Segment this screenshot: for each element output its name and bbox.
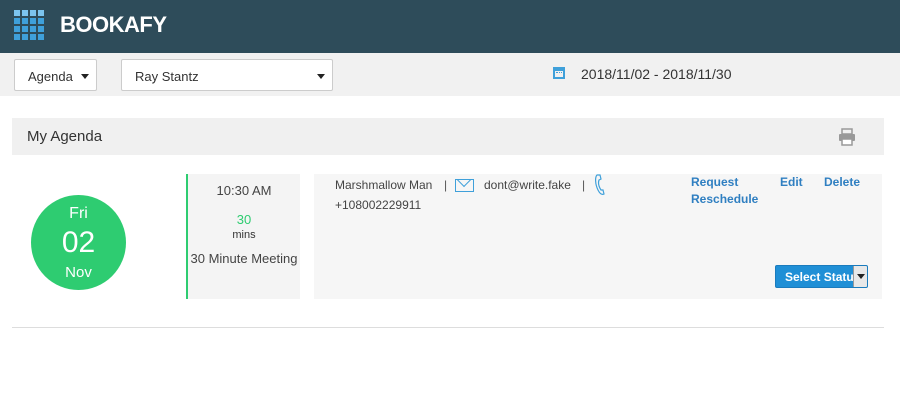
appointment-duration: 30 — [236, 212, 252, 227]
appointment-service: 30 Minute Meeting — [190, 251, 298, 266]
separator: | — [444, 178, 448, 192]
page-title: My Agenda — [27, 128, 103, 145]
staff-select-value: Ray Stantz — [135, 69, 199, 84]
select-status-dropdown[interactable]: Select Status — [775, 265, 868, 288]
caret-down-icon — [81, 74, 89, 79]
calendar-icon[interactable] — [553, 67, 565, 79]
view-select[interactable]: Agenda — [14, 59, 97, 91]
logo-grid-icon — [14, 10, 44, 40]
chevron-down-icon — [853, 266, 867, 287]
request-reschedule-link[interactable]: Request Reschedule — [691, 174, 771, 208]
edit-link[interactable]: Edit — [780, 174, 803, 191]
customer-email[interactable]: dont@write.fake — [484, 178, 571, 192]
appointment-month: Nov — [65, 264, 92, 281]
appointment-detail-card: Marshmallow Man | dont@write.fake | +108… — [314, 174, 882, 299]
staff-select[interactable]: Ray Stantz — [121, 59, 333, 91]
select-status-label: Select Status — [785, 270, 861, 284]
mail-icon[interactable] — [455, 179, 474, 192]
divider — [12, 327, 884, 328]
filter-toolbar: Agenda Ray Stantz — [0, 53, 900, 96]
appointment-time: 10:30 AM — [216, 183, 272, 198]
appointment-time-card: 10:30 AM 30 mins 30 Minute Meeting — [186, 174, 300, 299]
printer-icon[interactable] — [838, 128, 856, 146]
delete-link[interactable]: Delete — [824, 174, 860, 191]
agenda-header: My Agenda — [12, 118, 884, 155]
customer-name: Marshmallow Man — [335, 178, 433, 192]
appointment-duration-unit: mins — [232, 229, 256, 241]
brand-name[interactable]: BOOKAFY — [60, 12, 167, 38]
separator: | — [582, 178, 586, 192]
caret-down-icon — [317, 74, 325, 79]
phone-icon[interactable] — [594, 174, 606, 196]
top-navigation-bar: BOOKAFY — [0, 0, 900, 53]
date-range[interactable]: 2018/11/02 - 2018/11/30 — [581, 66, 732, 82]
appointment-date-badge: Fri 02 Nov — [31, 195, 126, 290]
customer-phone[interactable]: +108002229911 — [335, 198, 421, 212]
appointment-day: 02 — [61, 226, 96, 259]
view-select-value: Agenda — [28, 69, 73, 84]
appointment-weekday: Fri — [69, 205, 88, 222]
